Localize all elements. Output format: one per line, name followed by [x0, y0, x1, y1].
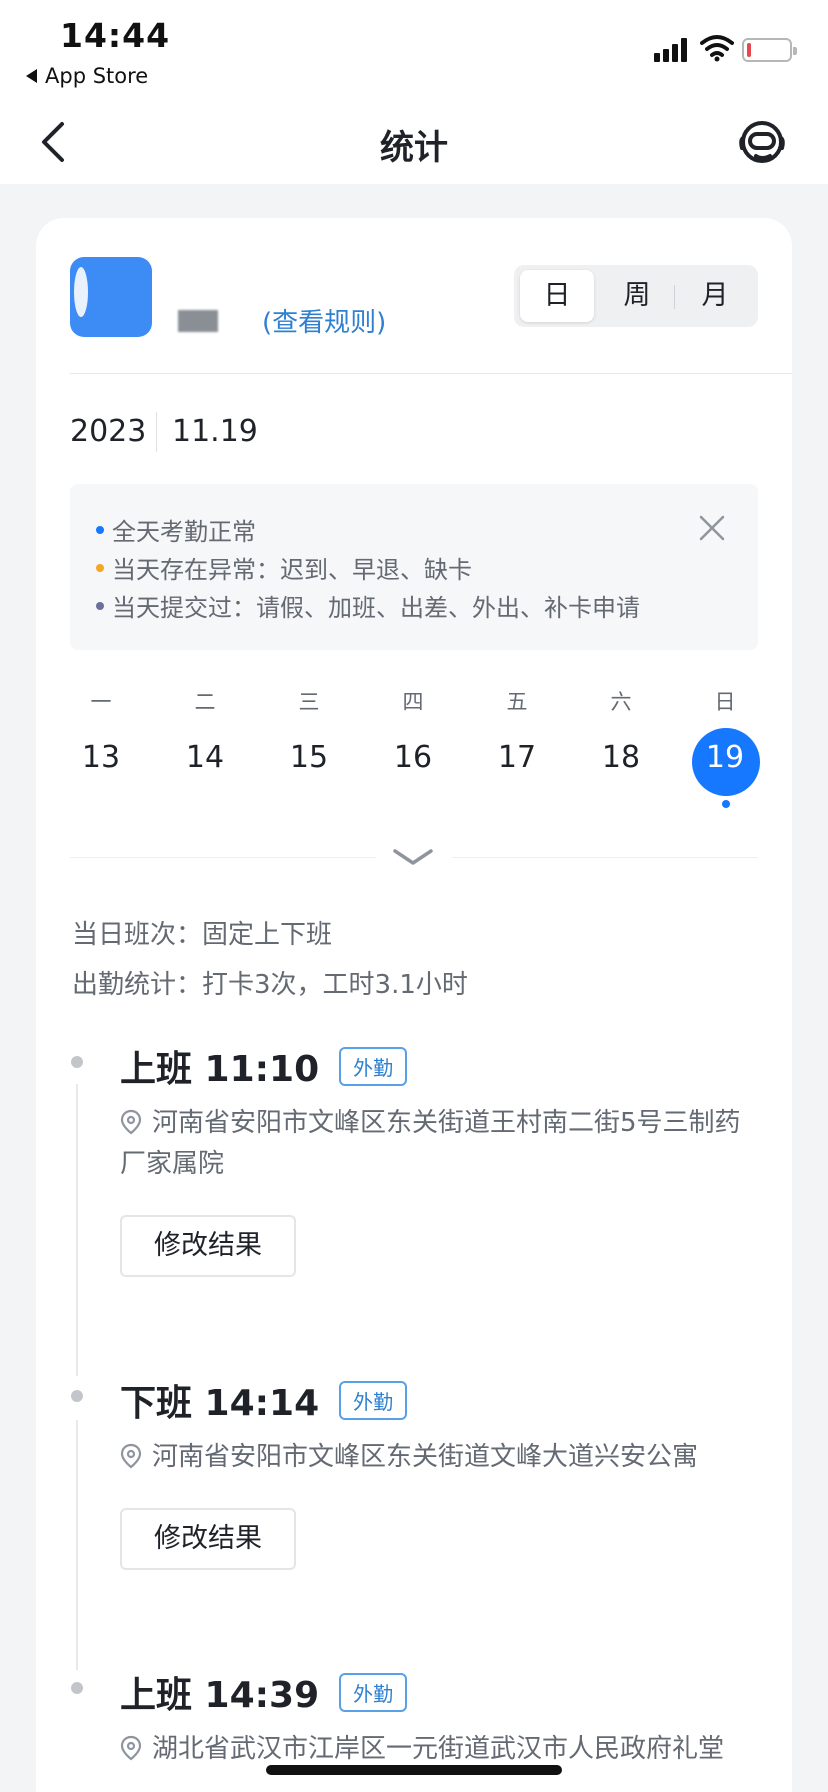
timeline-line [76, 1420, 78, 1670]
status-time: 14:44 [60, 16, 171, 55]
weekday-wed: 三 [298, 690, 320, 714]
field-work-tag: 外勤 [339, 1380, 408, 1420]
punch-address-text: 湖北省武汉市江岸区一元街道武汉市人民政府礼堂 [152, 1734, 725, 1764]
modify-result-button[interactable]: 修改结果 [120, 1215, 296, 1277]
segment-separator [674, 285, 675, 309]
status-legend: 全天考勤正常 当天存在异常：迟到、早退、缺卡 当天提交过：请假、加班、出差、外出… [70, 484, 758, 650]
calendar-day-16[interactable]: 16 [378, 740, 448, 775]
legend-item-abnormal: 当天存在异常：迟到、早退、缺卡 [96, 550, 472, 585]
year-label: 2023 [70, 414, 147, 449]
cellular-signal-icon [654, 38, 688, 62]
month-day-label[interactable]: 11.19 [172, 414, 258, 449]
weekday-sun: 日 [714, 690, 736, 714]
legend-item-submitted: 当天提交过：请假、加班、出差、外出、补卡申请 [96, 588, 640, 623]
punch-address-text: 河南省安阳市文峰区东关街道王村南二街5号三制药厂家属院 [120, 1108, 741, 1179]
timeline-dot [71, 1390, 83, 1402]
blue-dot-icon [96, 525, 104, 534]
punch-address: 河南省安阳市文峰区东关街道文峰大道兴安公寓 [120, 1437, 760, 1478]
calendar-day-17[interactable]: 17 [482, 740, 552, 775]
location-pin-icon [120, 1109, 142, 1134]
battery-level [747, 43, 751, 57]
period-segmented-control: 日 周 月 [514, 265, 758, 327]
location-pin-icon [120, 1735, 142, 1760]
legend-text: 当天提交过：请假、加班、出差、外出、补卡申请 [112, 594, 640, 622]
chevron-down-icon[interactable] [392, 846, 434, 868]
back-triangle-icon [26, 69, 37, 83]
weekday-fri: 五 [506, 690, 528, 714]
assistant-robot-icon[interactable] [736, 116, 788, 168]
calendar-day-19-selected[interactable]: 19 [690, 740, 760, 775]
punch-title: 上班 14:39 [120, 1675, 320, 1716]
calendar-day-18[interactable]: 18 [586, 740, 656, 775]
tab-day[interactable]: 日 [520, 270, 594, 322]
user-name-redacted [168, 310, 228, 332]
redacted-block [178, 310, 218, 332]
shift-info: 当日班次：固定上下班 [72, 920, 333, 950]
legend-text: 当天存在异常：迟到、早退、缺卡 [112, 556, 472, 584]
close-icon[interactable] [698, 514, 726, 542]
weekday-sat: 六 [610, 690, 632, 714]
calendar-day-15[interactable]: 15 [274, 740, 344, 775]
weekday-tue: 二 [194, 690, 216, 714]
timeline-line [76, 1084, 78, 1376]
home-indicator[interactable] [266, 1765, 562, 1775]
attendance-stats: 出勤统计：打卡3次，工时3.1小时 [72, 970, 468, 1000]
punch-title: 上班 11:10 [120, 1049, 320, 1090]
punch-address: 湖北省武汉市江岸区一元街道武汉市人民政府礼堂 [120, 1729, 760, 1770]
legend-text: 全天考勤正常 [112, 518, 256, 546]
modify-result-button[interactable]: 修改结果 [120, 1508, 296, 1570]
weekday-thu: 四 [402, 690, 424, 714]
timeline-dot [71, 1682, 83, 1694]
attendance-status-dot [722, 800, 730, 808]
legend-item-normal: 全天考勤正常 [96, 512, 256, 547]
calendar-day-14[interactable]: 14 [170, 740, 240, 775]
field-work-tag: 外勤 [339, 1672, 408, 1712]
punch-record-1: 上班 11:10 外勤 [120, 1040, 408, 1092]
header-divider [70, 373, 792, 374]
field-work-tag: 外勤 [339, 1046, 408, 1086]
status-bar: 14:44 App Store [0, 0, 828, 100]
calendar-divider-left [70, 857, 376, 858]
punch-record-3: 上班 14:39 外勤 [120, 1666, 408, 1718]
tab-week[interactable]: 周 [602, 270, 672, 322]
calendar-day-13[interactable]: 13 [66, 740, 136, 775]
punch-title: 下班 14:14 [120, 1383, 320, 1424]
page-title: 统计 [380, 128, 448, 168]
punch-record-2: 下班 14:14 外勤 [120, 1374, 408, 1426]
tab-month[interactable]: 月 [680, 270, 750, 322]
date-separator [156, 412, 157, 452]
weekday-mon: 一 [90, 690, 112, 714]
punch-address: 河南省安阳市文峰区东关街道王村南二街5号三制药厂家属院 [120, 1103, 760, 1185]
timeline-dot [71, 1056, 83, 1068]
back-app-label: App Store [45, 64, 149, 88]
nav-bar: 统计 [0, 100, 828, 184]
purple-dot-icon [96, 601, 104, 610]
punch-address-text: 河南省安阳市文峰区东关街道文峰大道兴安公寓 [152, 1442, 699, 1472]
avatar [70, 257, 152, 337]
view-rules-link[interactable]: (查看规则) [262, 302, 386, 339]
battery-icon [742, 38, 797, 62]
back-to-app-store-link[interactable]: App Store [26, 64, 148, 88]
wifi-icon [700, 35, 734, 62]
orange-dot-icon [96, 563, 104, 572]
location-pin-icon [120, 1443, 142, 1468]
calendar-divider-right [452, 857, 758, 858]
